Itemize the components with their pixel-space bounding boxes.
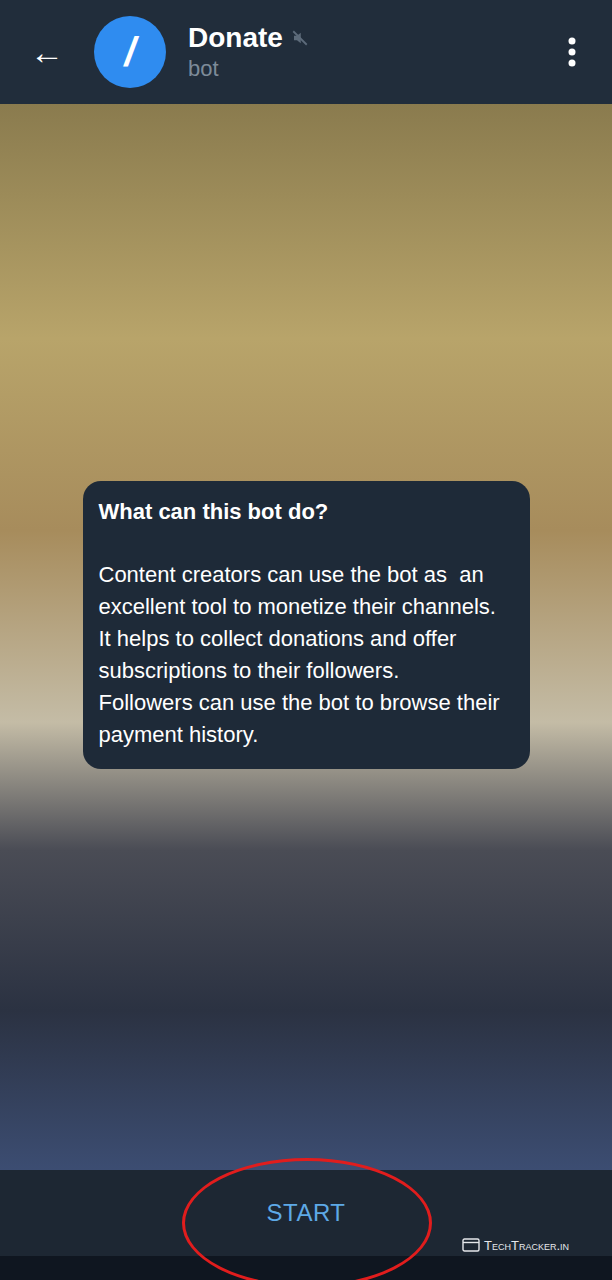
annotation-ellipse xyxy=(182,1158,432,1280)
bot-name: Donate xyxy=(188,21,283,55)
bot-info-card: What can this bot do? Content creators ca… xyxy=(83,481,530,769)
back-arrow-icon[interactable]: ← xyxy=(30,35,64,69)
card-title: What can this bot do? xyxy=(99,497,514,527)
header: ← / Donatebot xyxy=(0,0,612,104)
start-button[interactable]: START xyxy=(247,1187,366,1239)
menu-icon[interactable] xyxy=(562,36,582,68)
watermark-text: TechTracker.in xyxy=(484,1239,569,1252)
nav-strip xyxy=(0,1256,612,1280)
title-row: Donate xyxy=(188,21,532,55)
card-description: Content creators can use the bot as an e… xyxy=(99,559,514,751)
watermark: TechTracker.in xyxy=(462,1238,569,1252)
avatar-logo: / xyxy=(124,32,135,72)
chat-background: What can this bot do? Content creators ca… xyxy=(0,104,612,1170)
bot-avatar[interactable]: / xyxy=(94,16,166,88)
chat-title[interactable]: Donatebot xyxy=(188,21,532,83)
bot-status: bot xyxy=(188,55,532,83)
browser-icon xyxy=(462,1238,480,1252)
muted-icon xyxy=(291,29,309,47)
